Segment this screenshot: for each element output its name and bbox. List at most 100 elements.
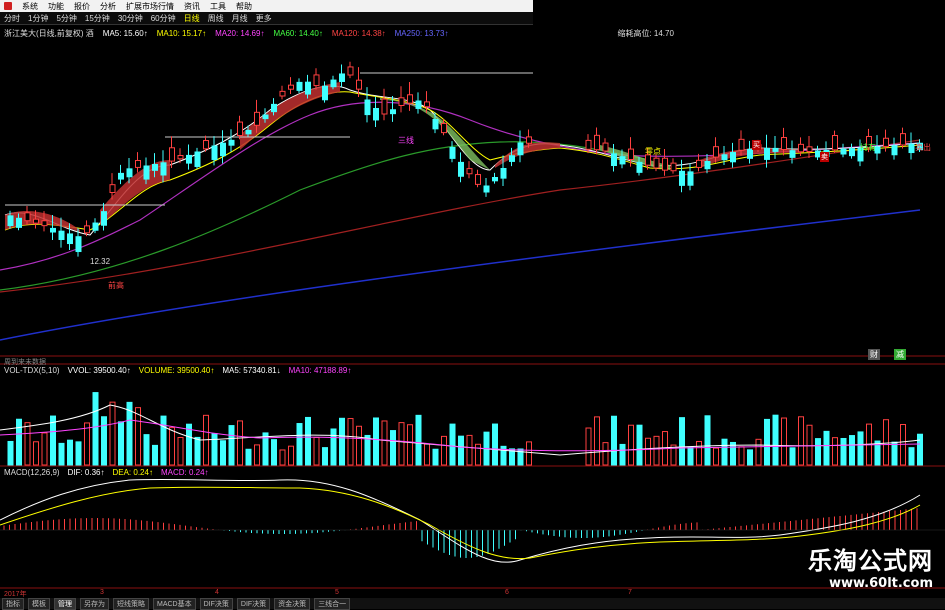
volume-bar [645, 437, 651, 466]
ma250-line [0, 209, 921, 341]
volume-bar [883, 419, 889, 466]
candle-body [220, 142, 226, 157]
candle-body [160, 162, 167, 176]
candle-body [262, 114, 269, 120]
volume-bar [24, 422, 31, 466]
candle-body [109, 184, 116, 194]
candle-body [92, 222, 99, 231]
volume-bar [347, 418, 354, 466]
candle-body [135, 160, 141, 168]
candle-body [186, 154, 192, 164]
volume-bar [109, 401, 116, 466]
candle-body [806, 146, 813, 153]
tab-manage[interactable]: 管理 [54, 597, 76, 610]
candle-body [390, 109, 396, 115]
candle-body [730, 152, 736, 163]
volume-bar [169, 427, 175, 466]
candle-body [526, 136, 532, 144]
volume-bar [908, 447, 915, 466]
sell-out-tag: 卖出 [915, 143, 931, 152]
volume-bar [194, 436, 201, 466]
tab-template[interactable]: 模板 [28, 597, 50, 610]
volume-bar [849, 435, 855, 466]
candle-body [271, 103, 277, 113]
candle-body [424, 101, 430, 108]
finance-tag[interactable]: 财 [868, 349, 880, 360]
tab-dif-decision-1[interactable]: DIF决策 [199, 597, 233, 610]
tab-indicator[interactable]: 指标 [2, 597, 24, 610]
candle-body [398, 97, 405, 106]
volume-bar [687, 446, 694, 466]
volume-bar [160, 415, 167, 466]
candle-body [483, 185, 490, 193]
volume-bar [730, 441, 736, 466]
candle-body [789, 150, 796, 158]
date-label-7: 7 [628, 589, 632, 596]
tab-short-strategy[interactable]: 短线策略 [113, 597, 149, 610]
volume-bar [619, 443, 626, 466]
volume-bar [441, 435, 447, 466]
buy-tag: 买 [752, 140, 761, 150]
reduce-tag[interactable]: 减 [894, 349, 906, 360]
volume-bar [764, 418, 770, 466]
volume-bar [466, 434, 473, 466]
tab-save-as[interactable]: 另存为 [80, 597, 109, 610]
volume-bar [322, 447, 328, 466]
volume-bar [381, 420, 388, 466]
vol-indicator-name[interactable]: VOL-TDX(5,10) [4, 366, 60, 375]
chart-area[interactable] [0, 0, 945, 609]
volume-bar [798, 416, 804, 466]
candle-body [764, 147, 770, 160]
volume-bar [373, 417, 379, 466]
candle-body [177, 155, 184, 160]
volume-bar [458, 435, 464, 466]
candle-body [313, 74, 320, 87]
candle-body [322, 85, 328, 101]
candle-body [364, 99, 371, 116]
candle-body [849, 148, 855, 157]
candle-body [713, 146, 719, 158]
volume-bar [891, 441, 898, 466]
volume-bar [101, 416, 107, 466]
volume-bar [186, 423, 192, 466]
candle-body [492, 177, 498, 182]
volume-bar [288, 445, 294, 466]
tab-capital-decision[interactable]: 资金决策 [274, 597, 311, 610]
candle-body [152, 164, 158, 171]
volume-bar [772, 414, 779, 466]
volume-bar [118, 421, 124, 466]
hold-tag: 持有 [860, 143, 876, 152]
vol-ma5-value: MA5: 57340.81↓ [222, 366, 281, 375]
volume-bar [58, 442, 65, 466]
tab-macd-basic[interactable]: MACD基本 [153, 597, 196, 610]
candle-body [585, 139, 592, 150]
volume-legend: VOL-TDX(5,10) VVOL: 39500.40↑ VOLUME: 39… [4, 366, 351, 375]
volume-bar [339, 417, 345, 466]
candle-body [126, 168, 133, 178]
candle-body [58, 230, 65, 241]
macd-indicator-name[interactable]: MACD(12,26,9) [4, 468, 60, 477]
candle-body [653, 157, 660, 169]
candle-body [891, 145, 898, 156]
candle-body [611, 153, 617, 167]
candle-body [347, 66, 354, 76]
date-label-6: 6 [505, 589, 509, 596]
volume-bar [356, 425, 362, 466]
candle-body [245, 129, 252, 135]
volume-bar [611, 415, 617, 466]
macd-legend: MACD(12,26,9) DIF: 0.36↑ DEA: 0.24↑ MACD… [4, 468, 209, 477]
tab-dif-decision-2[interactable]: DIF决策 [236, 597, 271, 610]
volume-bar [832, 437, 838, 466]
candle-body [118, 172, 124, 180]
candle-body [24, 212, 31, 222]
volume-bar [653, 435, 660, 466]
volume-bar [449, 423, 456, 466]
dea-value: DEA: 0.24↑ [112, 468, 153, 477]
volume-bar [75, 441, 82, 466]
date-label-5: 5 [335, 589, 339, 596]
indicator-tab-bar: 指标 模板 管理 另存为 短线策略 MACD基本 DIF决策 DIF决策 资金决… [0, 597, 945, 610]
tab-three-in-one[interactable]: 三线合一 [314, 597, 351, 610]
candle-body [432, 119, 439, 130]
candle-body [33, 218, 39, 224]
candle-body [509, 155, 515, 162]
